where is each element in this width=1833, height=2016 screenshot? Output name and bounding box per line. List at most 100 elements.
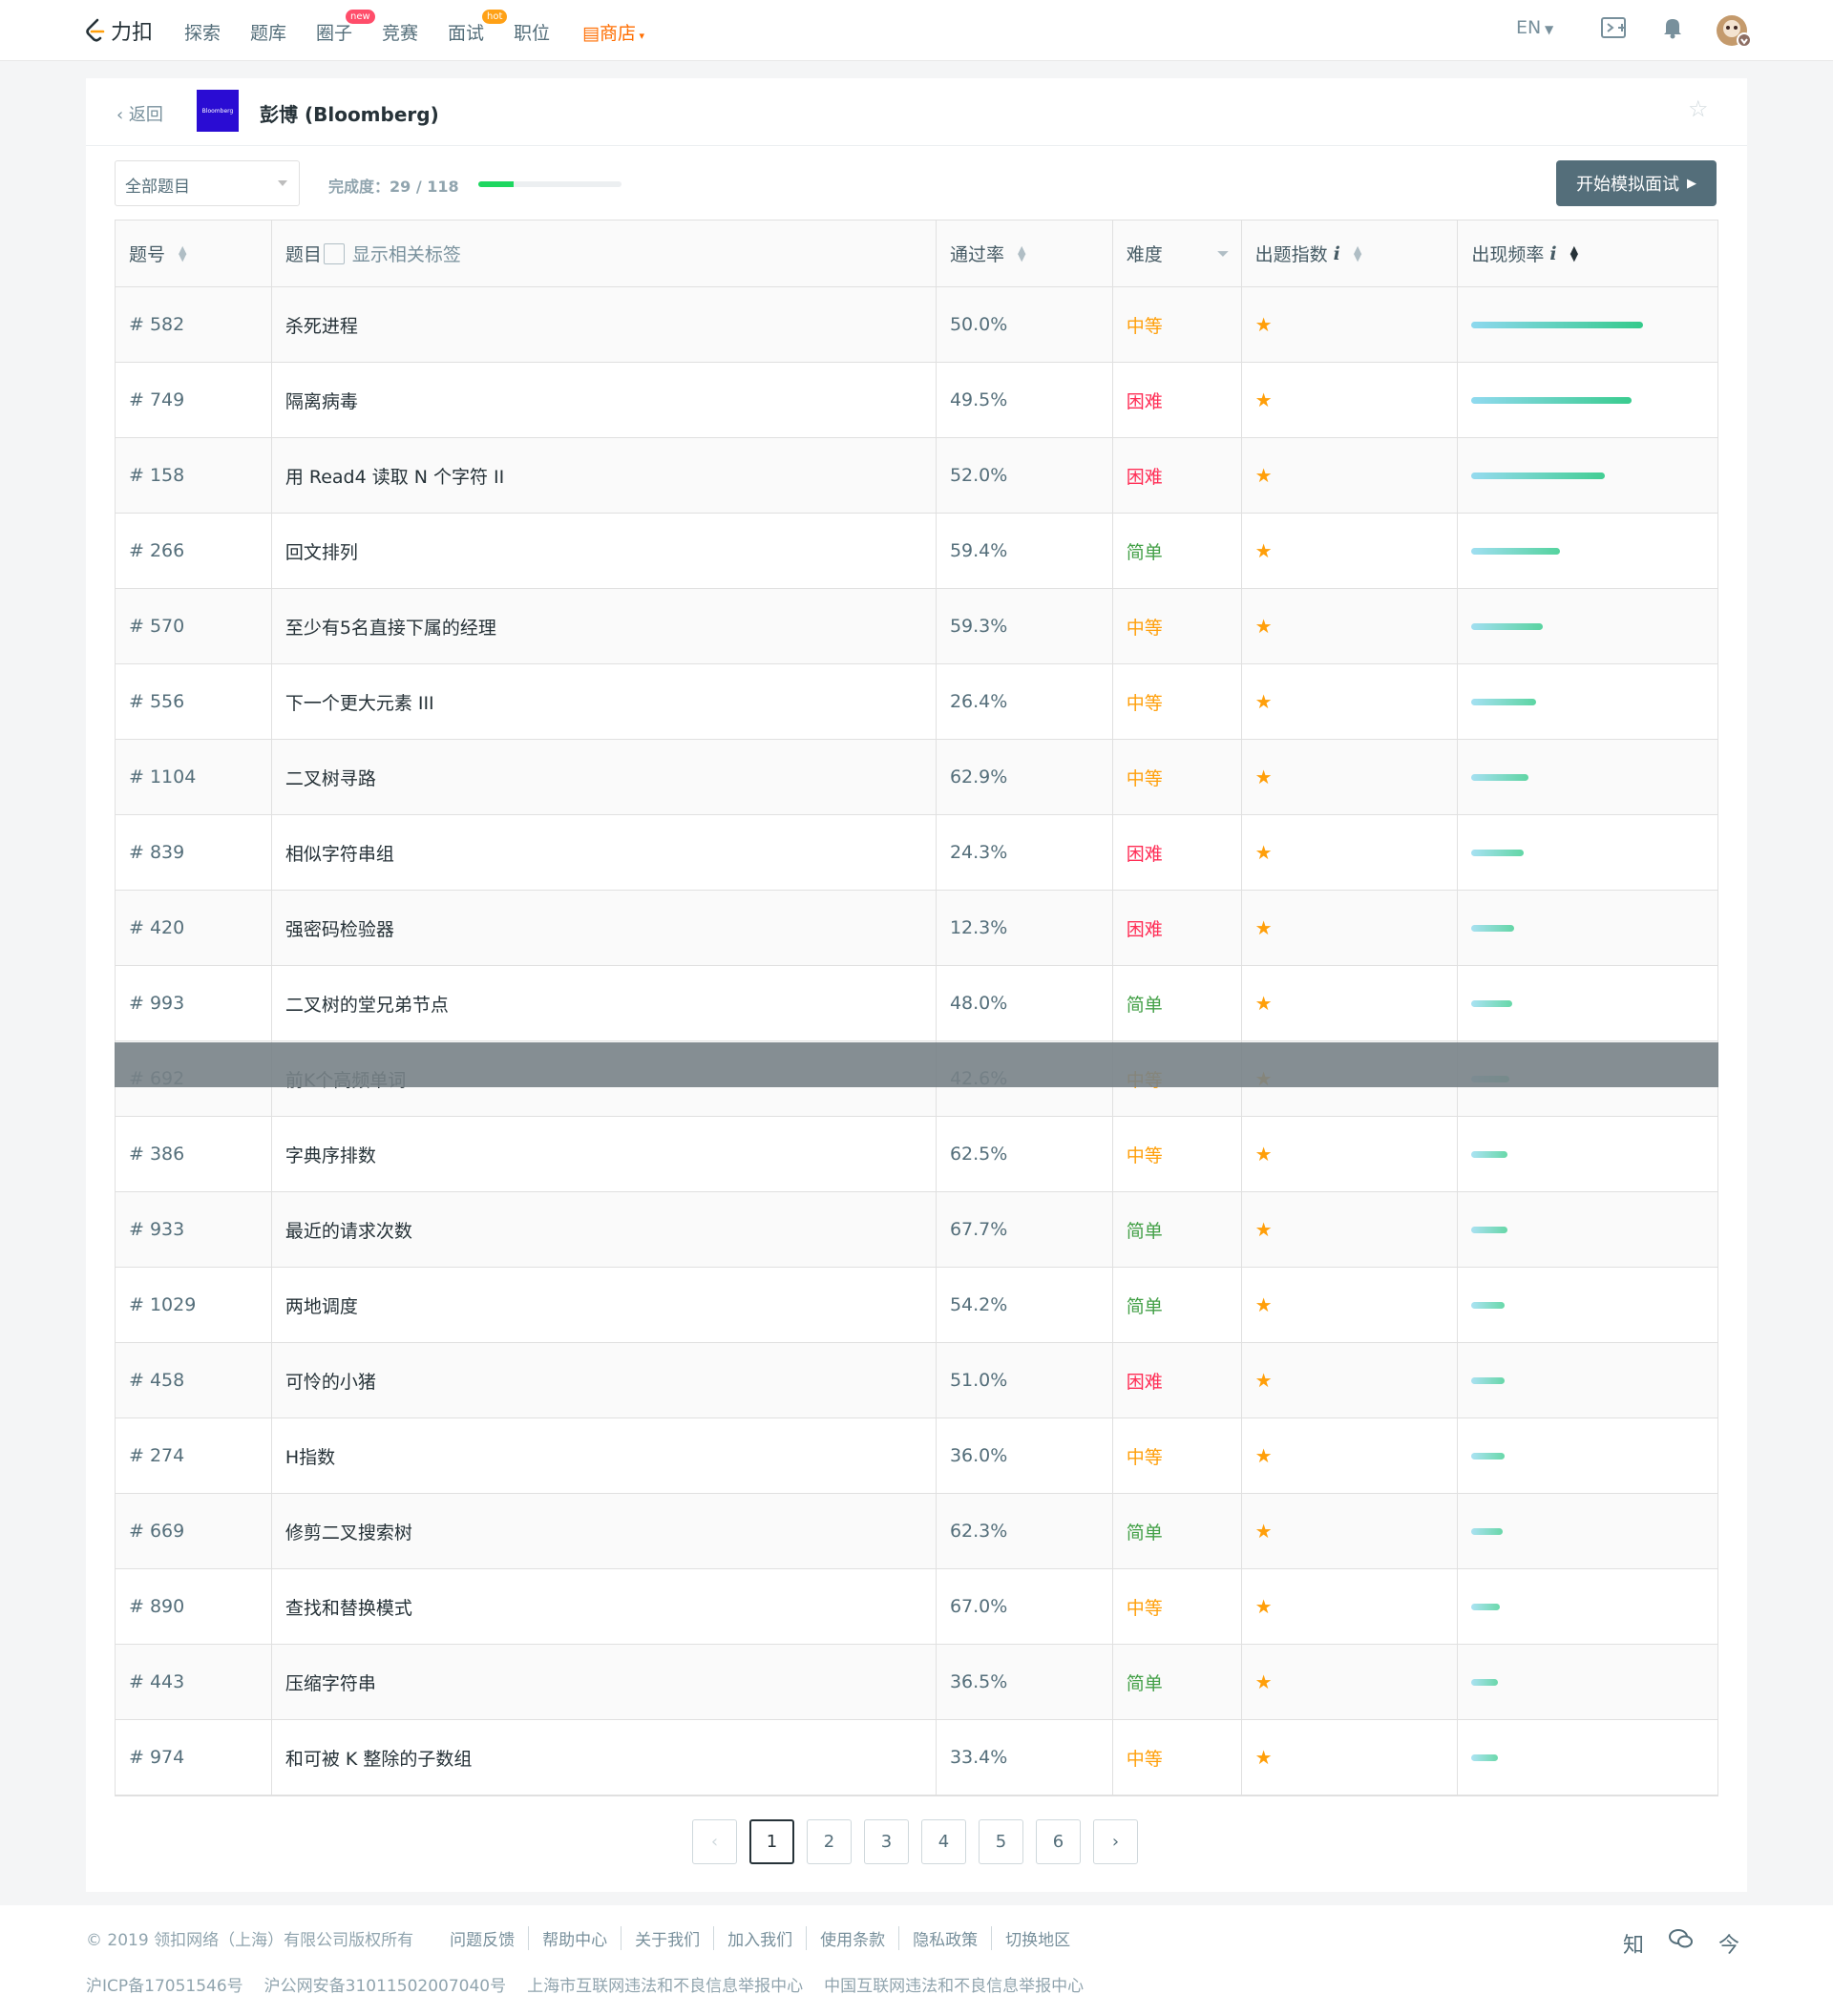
- table-row[interactable]: # 443 压缩字符串 36.5% 简单 ★: [116, 1645, 1717, 1720]
- question-title[interactable]: 二叉树寻路: [272, 740, 937, 814]
- header-acceptance[interactable]: 通过率 ▲ ▼: [937, 220, 1113, 286]
- show-tags-checkbox[interactable]: [323, 242, 345, 264]
- footer-link-about[interactable]: 关于我们: [622, 1926, 715, 1950]
- table-row[interactable]: # 933 最近的请求次数 67.7% 简单 ★: [116, 1192, 1717, 1268]
- question-title[interactable]: 至少有5名直接下属的经理: [272, 589, 937, 663]
- question-id: # 266: [116, 514, 272, 588]
- table-row[interactable]: # 890 查找和替换模式 67.0% 中等 ★: [116, 1569, 1717, 1645]
- page-1[interactable]: 1: [749, 1819, 794, 1864]
- page-5[interactable]: 5: [979, 1819, 1023, 1864]
- question-title[interactable]: 修剪二叉搜索树: [272, 1494, 937, 1568]
- header-id[interactable]: 题号 ▲ ▼: [116, 220, 272, 286]
- table-row[interactable]: # 274 H指数 36.0% 中等 ★: [116, 1418, 1717, 1494]
- index-cell: ★: [1242, 740, 1459, 814]
- question-title[interactable]: 相似字符串组: [272, 815, 937, 890]
- table-row[interactable]: # 570 至少有5名直接下属的经理 59.3% 中等 ★: [116, 589, 1717, 664]
- nav-contest[interactable]: 竞赛: [382, 19, 418, 45]
- avatar[interactable]: [1715, 13, 1753, 52]
- question-filter-select[interactable]: 全部题目: [115, 160, 300, 206]
- difficulty-label: 简单: [1113, 1192, 1242, 1267]
- china-report-center[interactable]: 中国互联网违法和不良信息举报中心: [824, 1972, 1084, 1996]
- question-title[interactable]: 杀死进程: [272, 287, 937, 362]
- start-mock-interview-button[interactable]: 开始模拟面试 ▶: [1556, 160, 1717, 206]
- header-difficulty-label: 难度: [1126, 244, 1163, 265]
- question-title[interactable]: 下一个更大元素 III: [272, 664, 937, 739]
- page-2[interactable]: 2: [807, 1819, 852, 1864]
- info-icon[interactable]: i: [1549, 243, 1556, 264]
- header-index[interactable]: 出题指数 i ▲ ▼: [1242, 220, 1459, 286]
- footer-link-region[interactable]: 切换地区: [992, 1926, 1084, 1950]
- footer-legal: 沪ICP备17051546号 沪公网安备31011502007040号 上海市互…: [86, 1972, 1084, 1996]
- table-row[interactable]: # 556 下一个更大元素 III 26.4% 中等 ★: [116, 664, 1717, 740]
- nav-interview[interactable]: 面试: [448, 19, 484, 45]
- table-row[interactable]: # 158 用 Read4 读取 N 个字符 II 52.0% 困难 ★: [116, 438, 1717, 514]
- question-title[interactable]: 强密码检验器: [272, 891, 937, 965]
- table-row[interactable]: # 386 字典序排数 62.5% 中等 ★: [116, 1117, 1717, 1192]
- index-cell: ★: [1242, 1343, 1459, 1418]
- nav-discuss[interactable]: 圈子: [316, 19, 352, 45]
- footer-link-jobs[interactable]: 加入我们: [714, 1926, 808, 1950]
- leetcode-logo[interactable]: 力扣: [84, 17, 153, 45]
- question-title[interactable]: 两地调度: [272, 1268, 937, 1342]
- table-row[interactable]: # 420 强密码检验器 12.3% 困难 ★: [116, 891, 1717, 966]
- question-title[interactable]: 可怜的小猪: [272, 1343, 937, 1418]
- filter-value: 全部题目: [125, 178, 190, 197]
- question-title[interactable]: 隔离病毒: [272, 363, 937, 437]
- header-difficulty[interactable]: 难度 ⏷: [1113, 220, 1242, 286]
- header-frequency[interactable]: 出现频率 i ▲ ▼: [1458, 220, 1717, 286]
- table-row[interactable]: # 266 回文排列 59.4% 简单 ★: [116, 514, 1717, 589]
- question-title[interactable]: 二叉树的堂兄弟节点: [272, 966, 937, 1040]
- show-tags-label[interactable]: 显示相关标签: [352, 241, 461, 266]
- table-row[interactable]: # 1029 两地调度 54.2% 简单 ★: [116, 1268, 1717, 1343]
- difficulty-label: 中等: [1113, 1720, 1242, 1795]
- wechat-icon[interactable]: [1669, 1928, 1694, 1959]
- question-title[interactable]: 回文排列: [272, 514, 937, 588]
- question-id: # 993: [116, 966, 272, 1040]
- question-id: # 158: [116, 438, 272, 513]
- nav-problems[interactable]: 题库: [250, 19, 286, 45]
- table-row[interactable]: # 458 可怜的小猪 51.0% 困难 ★: [116, 1343, 1717, 1418]
- index-cell: ★: [1242, 514, 1459, 588]
- table-row[interactable]: # 1104 二叉树寻路 62.9% 中等 ★: [116, 740, 1717, 815]
- nav-jobs[interactable]: 职位: [514, 19, 550, 45]
- nav-explore[interactable]: 探索: [184, 19, 221, 45]
- info-icon[interactable]: i: [1334, 243, 1340, 264]
- filter-funnel-icon[interactable]: ⏷: [1217, 244, 1230, 263]
- footer-link-feedback[interactable]: 问题反馈: [436, 1926, 530, 1950]
- page-3[interactable]: 3: [864, 1819, 909, 1864]
- nav-store[interactable]: ▤商店 ▾: [582, 19, 644, 45]
- footer-link-terms[interactable]: 使用条款: [807, 1926, 900, 1950]
- table-row[interactable]: # 582 杀死进程 50.0% 中等 ★: [116, 287, 1717, 363]
- question-title[interactable]: 和可被 K 整除的子数组: [272, 1720, 937, 1795]
- question-title[interactable]: 字典序排数: [272, 1117, 937, 1191]
- table-row[interactable]: # 974 和可被 K 整除的子数组 33.4% 中等 ★: [116, 1720, 1717, 1796]
- table-row[interactable]: # 749 隔离病毒 49.5% 困难 ★: [116, 363, 1717, 438]
- language-switch[interactable]: EN ▼: [1516, 17, 1553, 38]
- prev-page-button[interactable]: ‹: [692, 1819, 737, 1864]
- playground-icon[interactable]: [1600, 15, 1629, 45]
- question-title[interactable]: 压缩字符串: [272, 1645, 937, 1719]
- index-cell: ★: [1242, 1117, 1459, 1191]
- table-row[interactable]: # 839 相似字符串组 24.3% 困难 ★: [116, 815, 1717, 891]
- bell-icon[interactable]: [1661, 15, 1684, 45]
- index-cell: ★: [1242, 1268, 1459, 1342]
- star-favorite-icon[interactable]: ☆: [1688, 95, 1709, 122]
- police-record[interactable]: 沪公网安备31011502007040号: [264, 1972, 506, 1996]
- page-6[interactable]: 6: [1036, 1819, 1081, 1864]
- question-title[interactable]: 查找和替换模式: [272, 1569, 937, 1644]
- question-title[interactable]: 用 Read4 读取 N 个字符 II: [272, 438, 937, 513]
- next-page-button[interactable]: ›: [1093, 1819, 1138, 1864]
- shanghai-report-center[interactable]: 上海市互联网违法和不良信息举报中心: [527, 1972, 803, 1996]
- question-title[interactable]: 最近的请求次数: [272, 1192, 937, 1267]
- footer-link-help[interactable]: 帮助中心: [529, 1926, 622, 1950]
- frequency-bar: [1471, 1376, 1506, 1384]
- icp-license[interactable]: 沪ICP备17051546号: [86, 1972, 243, 1996]
- zhihu-icon[interactable]: 知: [1623, 1928, 1644, 1959]
- toutiao-icon[interactable]: 今: [1718, 1928, 1739, 1959]
- question-title[interactable]: H指数: [272, 1418, 937, 1493]
- footer-link-privacy[interactable]: 隐私政策: [899, 1926, 993, 1950]
- back-link[interactable]: ‹ 返回: [116, 101, 163, 126]
- table-row[interactable]: # 669 修剪二叉搜索树 62.3% 简单 ★: [116, 1494, 1717, 1569]
- page-4[interactable]: 4: [921, 1819, 966, 1864]
- table-row[interactable]: # 993 二叉树的堂兄弟节点 48.0% 简单 ★: [116, 966, 1717, 1041]
